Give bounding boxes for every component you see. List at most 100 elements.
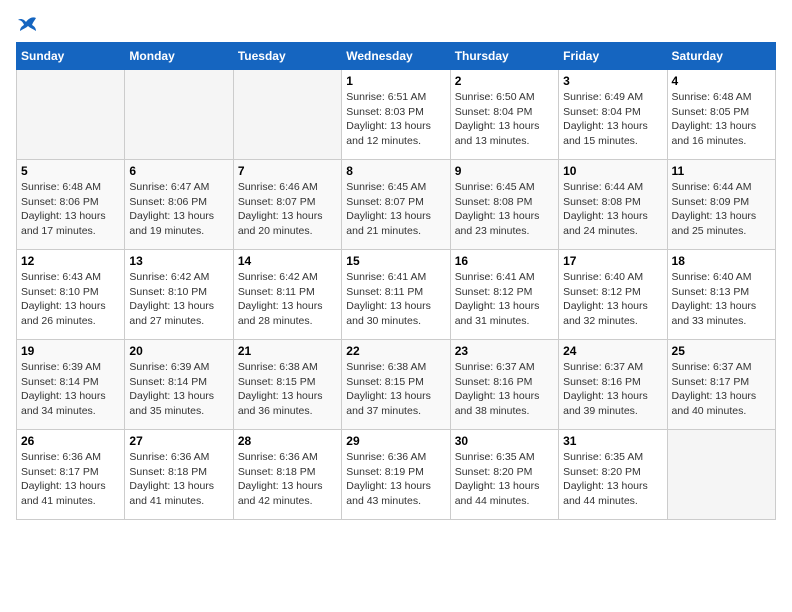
- day-number: 20: [129, 344, 228, 358]
- day-info: Sunrise: 6:45 AMSunset: 8:08 PMDaylight:…: [455, 180, 554, 239]
- calendar-day-cell: 22 Sunrise: 6:38 AMSunset: 8:15 PMDayligh…: [342, 340, 450, 430]
- day-info: Sunrise: 6:44 AMSunset: 8:08 PMDaylight:…: [563, 180, 662, 239]
- day-info: Sunrise: 6:39 AMSunset: 8:14 PMDaylight:…: [129, 360, 228, 419]
- day-number: 28: [238, 434, 337, 448]
- calendar-day-cell: 28 Sunrise: 6:36 AMSunset: 8:18 PMDayligh…: [233, 430, 341, 520]
- calendar-day-cell: 13 Sunrise: 6:42 AMSunset: 8:10 PMDayligh…: [125, 250, 233, 340]
- day-info: Sunrise: 6:51 AMSunset: 8:03 PMDaylight:…: [346, 90, 445, 149]
- calendar-week-row: 1 Sunrise: 6:51 AMSunset: 8:03 PMDaylight…: [17, 70, 776, 160]
- calendar-weekday-header: Thursday: [450, 43, 558, 70]
- calendar-day-cell: 4 Sunrise: 6:48 AMSunset: 8:05 PMDaylight…: [667, 70, 775, 160]
- logo: [16, 16, 38, 34]
- calendar-day-cell: [125, 70, 233, 160]
- day-info: Sunrise: 6:47 AMSunset: 8:06 PMDaylight:…: [129, 180, 228, 239]
- day-number: 14: [238, 254, 337, 268]
- day-info: Sunrise: 6:35 AMSunset: 8:20 PMDaylight:…: [455, 450, 554, 509]
- calendar-week-row: 5 Sunrise: 6:48 AMSunset: 8:06 PMDaylight…: [17, 160, 776, 250]
- day-info: Sunrise: 6:37 AMSunset: 8:16 PMDaylight:…: [563, 360, 662, 419]
- calendar-weekday-header: Friday: [559, 43, 667, 70]
- calendar-weekday-header: Wednesday: [342, 43, 450, 70]
- calendar-day-cell: [667, 430, 775, 520]
- day-number: 19: [21, 344, 120, 358]
- calendar-day-cell: [17, 70, 125, 160]
- calendar-day-cell: 29Sunrise: 6:36 AMSunset: 8:19 PMDayligh…: [342, 430, 450, 520]
- day-info: Sunrise: 6:40 AMSunset: 8:13 PMDaylight:…: [672, 270, 771, 329]
- calendar-day-cell: 11 Sunrise: 6:44 AMSunset: 8:09 PMDayligh…: [667, 160, 775, 250]
- calendar-weekday-header: Monday: [125, 43, 233, 70]
- calendar-day-cell: 27 Sunrise: 6:36 AMSunset: 8:18 PMDayligh…: [125, 430, 233, 520]
- day-number: 10: [563, 164, 662, 178]
- day-number: 13: [129, 254, 228, 268]
- day-info: Sunrise: 6:42 AMSunset: 8:10 PMDaylight:…: [129, 270, 228, 329]
- day-info: Sunrise: 6:36 AMSunset: 8:18 PMDaylight:…: [238, 450, 337, 509]
- day-number: 2: [455, 74, 554, 88]
- day-number: 22: [346, 344, 445, 358]
- calendar-day-cell: 12Sunrise: 6:43 AMSunset: 8:10 PMDayligh…: [17, 250, 125, 340]
- day-number: 23: [455, 344, 554, 358]
- calendar-weekday-header: Saturday: [667, 43, 775, 70]
- day-info: Sunrise: 6:38 AMSunset: 8:15 PMDaylight:…: [238, 360, 337, 419]
- day-number: 5: [21, 164, 120, 178]
- calendar-day-cell: 23 Sunrise: 6:37 AMSunset: 8:16 PMDayligh…: [450, 340, 558, 430]
- day-info: Sunrise: 6:49 AMSunset: 8:04 PMDaylight:…: [563, 90, 662, 149]
- calendar-day-cell: 3 Sunrise: 6:49 AMSunset: 8:04 PMDaylight…: [559, 70, 667, 160]
- day-info: Sunrise: 6:36 AMSunset: 8:18 PMDaylight:…: [129, 450, 228, 509]
- calendar-day-cell: 20 Sunrise: 6:39 AMSunset: 8:14 PMDayligh…: [125, 340, 233, 430]
- day-number: 18: [672, 254, 771, 268]
- day-number: 6: [129, 164, 228, 178]
- calendar-day-cell: 6 Sunrise: 6:47 AMSunset: 8:06 PMDaylight…: [125, 160, 233, 250]
- calendar-day-cell: 31 Sunrise: 6:35 AMSunset: 8:20 PMDayligh…: [559, 430, 667, 520]
- calendar-day-cell: 26Sunrise: 6:36 AMSunset: 8:17 PMDayligh…: [17, 430, 125, 520]
- calendar-week-row: 26Sunrise: 6:36 AMSunset: 8:17 PMDayligh…: [17, 430, 776, 520]
- calendar-day-cell: 1 Sunrise: 6:51 AMSunset: 8:03 PMDaylight…: [342, 70, 450, 160]
- day-info: Sunrise: 6:41 AMSunset: 8:12 PMDaylight:…: [455, 270, 554, 329]
- day-number: 30: [455, 434, 554, 448]
- day-info: Sunrise: 6:40 AMSunset: 8:12 PMDaylight:…: [563, 270, 662, 329]
- day-number: 24: [563, 344, 662, 358]
- day-number: 25: [672, 344, 771, 358]
- day-info: Sunrise: 6:44 AMSunset: 8:09 PMDaylight:…: [672, 180, 771, 239]
- day-number: 17: [563, 254, 662, 268]
- day-number: 1: [346, 74, 445, 88]
- day-number: 27: [129, 434, 228, 448]
- calendar-day-cell: 9 Sunrise: 6:45 AMSunset: 8:08 PMDaylight…: [450, 160, 558, 250]
- calendar-day-cell: [233, 70, 341, 160]
- day-info: Sunrise: 6:48 AMSunset: 8:06 PMDaylight:…: [21, 180, 120, 239]
- day-number: 4: [672, 74, 771, 88]
- calendar-day-cell: 5 Sunrise: 6:48 AMSunset: 8:06 PMDaylight…: [17, 160, 125, 250]
- calendar-day-cell: 17 Sunrise: 6:40 AMSunset: 8:12 PMDayligh…: [559, 250, 667, 340]
- day-number: 11: [672, 164, 771, 178]
- day-info: Sunrise: 6:45 AMSunset: 8:07 PMDaylight:…: [346, 180, 445, 239]
- day-info: Sunrise: 6:48 AMSunset: 8:05 PMDaylight:…: [672, 90, 771, 149]
- calendar-weekday-header: Sunday: [17, 43, 125, 70]
- day-info: Sunrise: 6:37 AMSunset: 8:16 PMDaylight:…: [455, 360, 554, 419]
- calendar-day-cell: 7 Sunrise: 6:46 AMSunset: 8:07 PMDaylight…: [233, 160, 341, 250]
- day-info: Sunrise: 6:36 AMSunset: 8:19 PMDaylight:…: [346, 450, 445, 509]
- calendar-table: SundayMondayTuesdayWednesdayThursdayFrid…: [16, 42, 776, 520]
- day-info: Sunrise: 6:39 AMSunset: 8:14 PMDaylight:…: [21, 360, 120, 419]
- day-number: 31: [563, 434, 662, 448]
- page-header: [16, 16, 776, 34]
- day-info: Sunrise: 6:37 AMSunset: 8:17 PMDaylight:…: [672, 360, 771, 419]
- day-info: Sunrise: 6:38 AMSunset: 8:15 PMDaylight:…: [346, 360, 445, 419]
- day-number: 7: [238, 164, 337, 178]
- calendar-day-cell: 18 Sunrise: 6:40 AMSunset: 8:13 PMDayligh…: [667, 250, 775, 340]
- day-number: 8: [346, 164, 445, 178]
- calendar-week-row: 12Sunrise: 6:43 AMSunset: 8:10 PMDayligh…: [17, 250, 776, 340]
- calendar-weekday-header: Tuesday: [233, 43, 341, 70]
- calendar-day-cell: 21Sunrise: 6:38 AMSunset: 8:15 PMDayligh…: [233, 340, 341, 430]
- calendar-day-cell: 30 Sunrise: 6:35 AMSunset: 8:20 PMDayligh…: [450, 430, 558, 520]
- day-number: 12: [21, 254, 120, 268]
- logo-bird-icon: [18, 16, 38, 34]
- day-info: Sunrise: 6:50 AMSunset: 8:04 PMDaylight:…: [455, 90, 554, 149]
- day-number: 9: [455, 164, 554, 178]
- calendar-header-row: SundayMondayTuesdayWednesdayThursdayFrid…: [17, 43, 776, 70]
- day-number: 16: [455, 254, 554, 268]
- calendar-day-cell: 8 Sunrise: 6:45 AMSunset: 8:07 PMDaylight…: [342, 160, 450, 250]
- day-info: Sunrise: 6:42 AMSunset: 8:11 PMDaylight:…: [238, 270, 337, 329]
- day-info: Sunrise: 6:46 AMSunset: 8:07 PMDaylight:…: [238, 180, 337, 239]
- calendar-day-cell: 14 Sunrise: 6:42 AMSunset: 8:11 PMDayligh…: [233, 250, 341, 340]
- day-info: Sunrise: 6:35 AMSunset: 8:20 PMDaylight:…: [563, 450, 662, 509]
- calendar-day-cell: 15Sunrise: 6:41 AMSunset: 8:11 PMDayligh…: [342, 250, 450, 340]
- day-number: 3: [563, 74, 662, 88]
